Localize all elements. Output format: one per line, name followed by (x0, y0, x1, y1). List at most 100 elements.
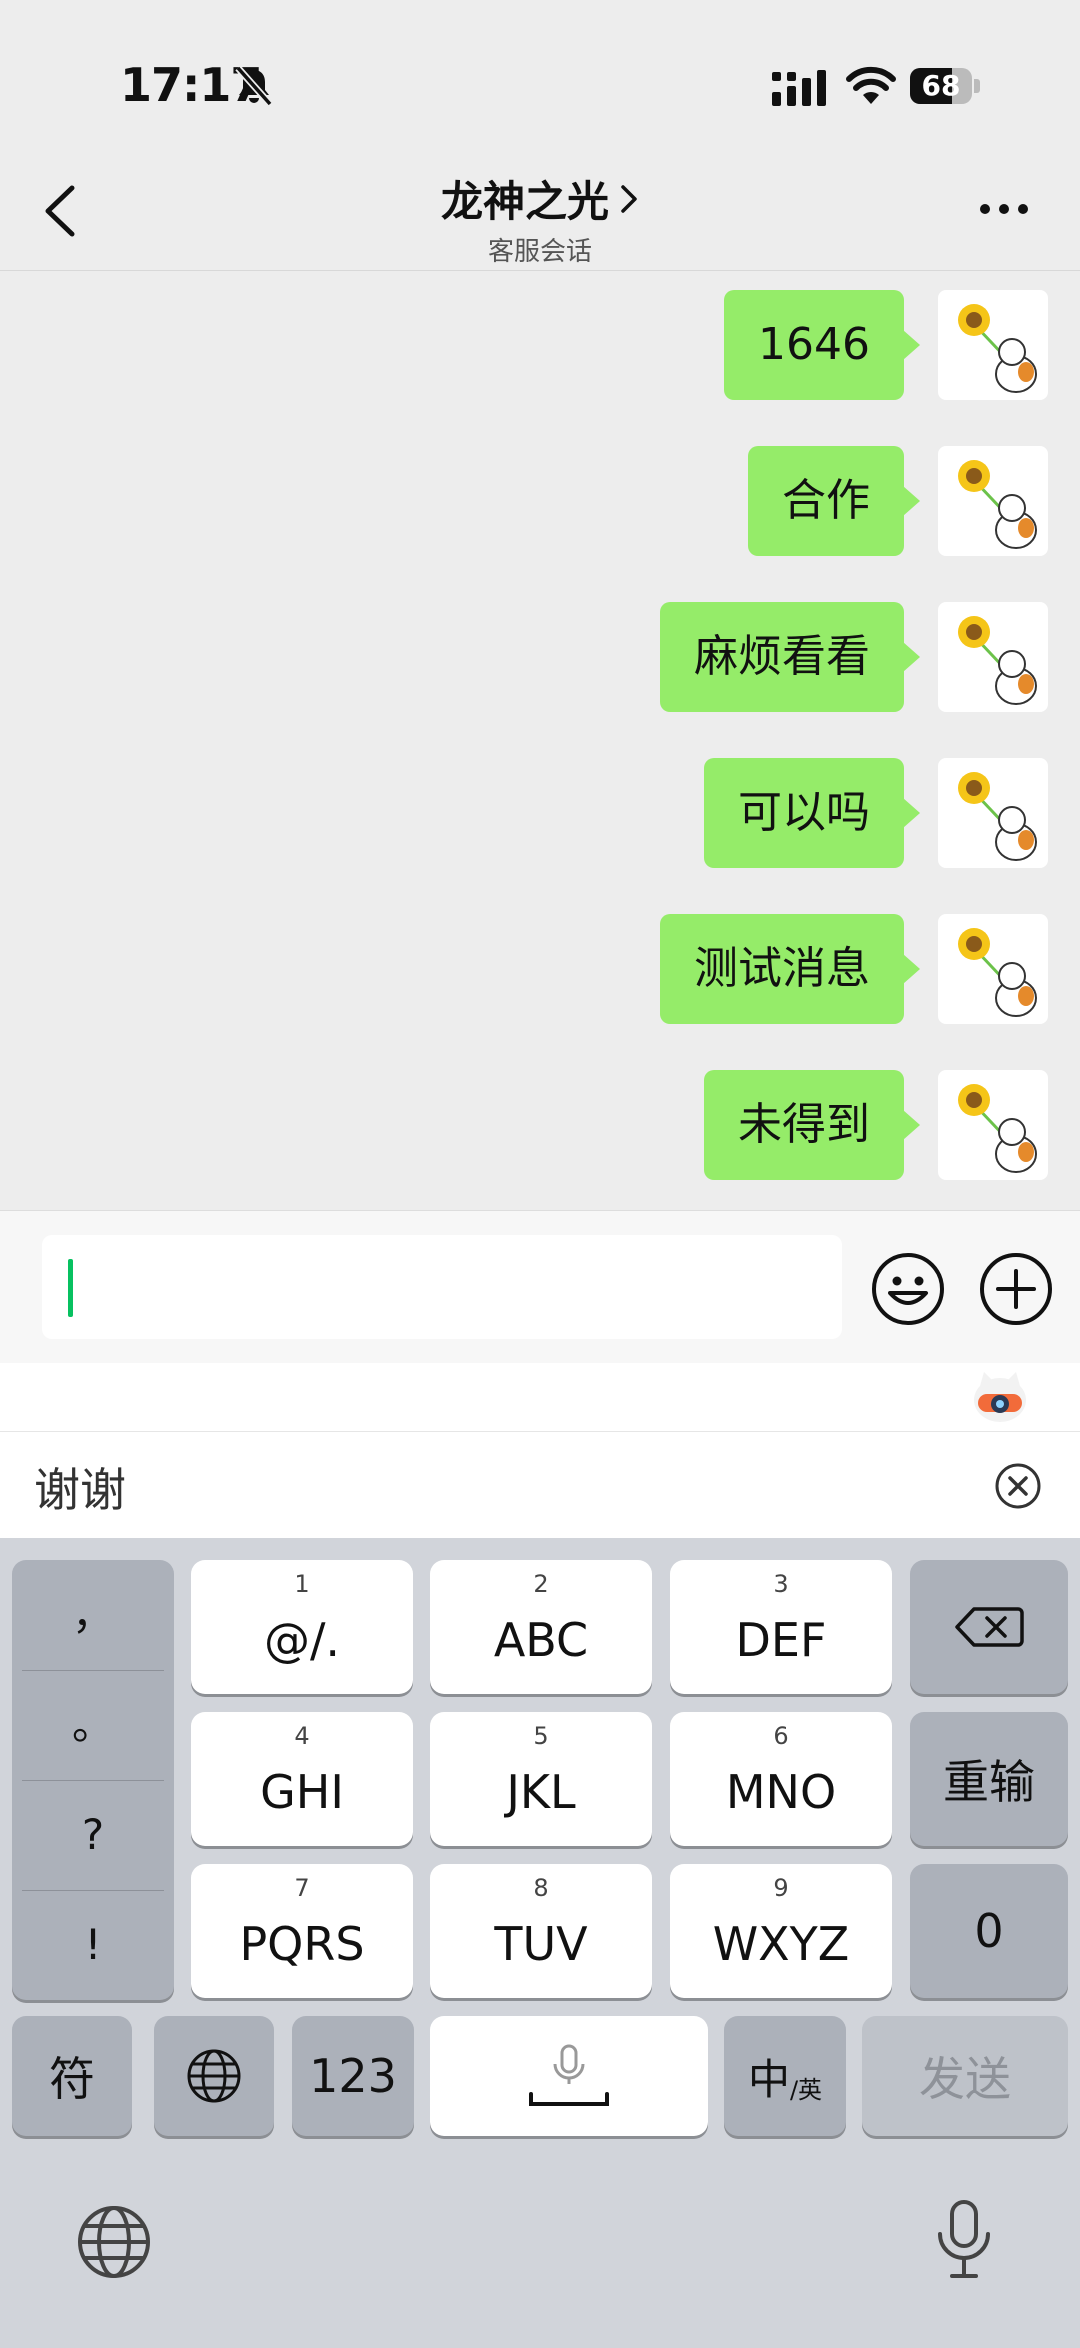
key-6[interactable]: 6 MNO (670, 1712, 892, 1846)
lang-main-label: 中 (747, 2054, 790, 2104)
key-letters: PQRS (239, 1917, 365, 1971)
avatar[interactable] (938, 446, 1048, 556)
numbers-label: 123 (309, 2049, 397, 2103)
punct-key[interactable]: ， (12, 1560, 174, 1670)
battery-level: 68 (921, 69, 961, 102)
suggestion-candidate[interactable]: 谢谢 (34, 1454, 126, 1520)
key-letters: JKL (506, 1765, 576, 1819)
send-label: 发送 (919, 2052, 1011, 2106)
punct-key[interactable]: ? (12, 1780, 174, 1890)
symbols-label: 符 (49, 2052, 95, 2106)
battery-icon: 68 (910, 68, 982, 106)
key-letters: TUV (494, 1917, 588, 1971)
cellular-signal-icon (772, 70, 826, 106)
sunflower-cat-avatar-icon (958, 460, 1037, 549)
globe-icon[interactable] (76, 2204, 152, 2280)
ime-mascot-icon[interactable] (970, 1368, 1030, 1426)
key-9[interactable]: 9 WXYZ (670, 1864, 892, 1998)
message-row: 测试消息 (148, 914, 1048, 1024)
globe-key[interactable] (154, 2016, 274, 2136)
key-8[interactable]: 8 TUV (430, 1864, 652, 1998)
key-number: 6 (773, 1722, 789, 1750)
keyboard: ， 。 ? ! 1 @/. 2 ABC 3 DEF 4 GHI 5 JKL 6 … (0, 1538, 1080, 2348)
avatar[interactable] (938, 1070, 1048, 1180)
add-attachment-icon[interactable] (978, 1251, 1054, 1327)
message-input[interactable] (42, 1235, 842, 1339)
punct-key[interactable]: ! (12, 1890, 174, 2000)
avatar[interactable] (938, 758, 1048, 868)
avatar[interactable] (938, 602, 1048, 712)
space-key[interactable] (430, 2016, 708, 2136)
key-letters: MNO (725, 1765, 837, 1819)
backspace-icon (955, 1607, 1024, 1647)
symbols-key[interactable]: 符 (12, 2016, 132, 2136)
message-bubble[interactable]: 1646 (724, 290, 920, 400)
key-0[interactable]: 0 (910, 1864, 1068, 1998)
key-number: 4 (294, 1722, 310, 1750)
sunflower-cat-avatar-icon (958, 772, 1037, 861)
retype-label: 重输 (943, 1755, 1035, 1809)
text-caret (68, 1259, 73, 1317)
chat-subtitle: 客服会话 (487, 237, 592, 267)
key-number: 7 (294, 1874, 310, 1902)
numbers-key[interactable]: 123 (292, 2016, 414, 2136)
key-letters: @/. (263, 1613, 341, 1667)
retype-key[interactable]: 重输 (910, 1712, 1068, 1846)
key-number: 5 (533, 1722, 549, 1750)
message-bubble[interactable]: 未得到 (704, 1070, 920, 1180)
message-bubble[interactable]: 可以吗 (704, 758, 920, 868)
key-letters: WXYZ (712, 1917, 850, 1971)
message-bubble[interactable]: 测试消息 (660, 914, 920, 1024)
sunflower-cat-avatar-icon (958, 304, 1037, 393)
wifi-icon (846, 66, 896, 104)
key-7[interactable]: 7 PQRS (191, 1864, 413, 1998)
send-key[interactable]: 发送 (862, 2016, 1068, 2136)
avatar[interactable] (938, 290, 1048, 400)
status-bar: 17:17 68 (0, 0, 1080, 150)
dictation-mic-icon[interactable] (934, 2198, 994, 2282)
key-2[interactable]: 2 ABC (430, 1560, 652, 1694)
chat-title[interactable]: 龙神之光 (441, 177, 609, 226)
key-letters: DEF (735, 1613, 827, 1667)
key-1[interactable]: 1 @/. (191, 1560, 413, 1694)
key-number: 9 (773, 1874, 789, 1902)
key-letters: GHI (260, 1765, 344, 1819)
message-bubble[interactable]: 合作 (748, 446, 920, 556)
lang-sub-label: /英 (789, 2075, 823, 2104)
message-row: 麻烦看看 (148, 602, 1048, 712)
message-row: 合作 (148, 446, 1048, 556)
key-number: 1 (294, 1570, 310, 1598)
message-bubble[interactable]: 麻烦看看 (660, 602, 920, 712)
space-mic-icon (529, 2044, 609, 2106)
message-row: 未得到 (148, 1070, 1048, 1180)
backspace-key[interactable] (910, 1560, 1068, 1694)
key-3[interactable]: 3 DEF (670, 1560, 892, 1694)
sunflower-cat-avatar-icon (958, 928, 1037, 1017)
chevron-right-icon (621, 185, 637, 213)
key-number: 2 (533, 1570, 549, 1598)
language-switch-key[interactable]: 中/英 (724, 2016, 846, 2136)
globe-icon (187, 2049, 241, 2103)
composer-bar (0, 1210, 1080, 1364)
key-number: 8 (533, 1874, 549, 1902)
muted-bell-icon (235, 65, 273, 107)
key-4[interactable]: 4 GHI (191, 1712, 413, 1846)
suggestion-bar: 谢谢 (0, 1431, 1080, 1538)
more-options-icon[interactable] (978, 202, 1030, 216)
nav-bar: 龙神之光 客服会话 (0, 150, 1080, 271)
close-circle-icon[interactable] (994, 1462, 1042, 1510)
message-row: 1646 (148, 290, 1048, 400)
zero-label: 0 (974, 1904, 1004, 1958)
key-5[interactable]: 5 JKL (430, 1712, 652, 1846)
sunflower-cat-avatar-icon (958, 616, 1037, 705)
avatar[interactable] (938, 914, 1048, 1024)
message-row: 可以吗 (148, 758, 1048, 868)
punctuation-column[interactable]: ， 。 ? ! (12, 1560, 174, 2000)
punct-key[interactable]: 。 (12, 1670, 174, 1780)
chat-header[interactable]: 龙神之光 客服会话 (0, 168, 1080, 268)
ime-toolbar (0, 1363, 1080, 1431)
emoji-icon[interactable] (870, 1251, 946, 1327)
message-list[interactable]: 1646 合作 麻烦看看 可以吗 测试消息 未得到 (0, 272, 1080, 1210)
key-number: 3 (773, 1570, 789, 1598)
key-letters: ABC (493, 1613, 589, 1667)
